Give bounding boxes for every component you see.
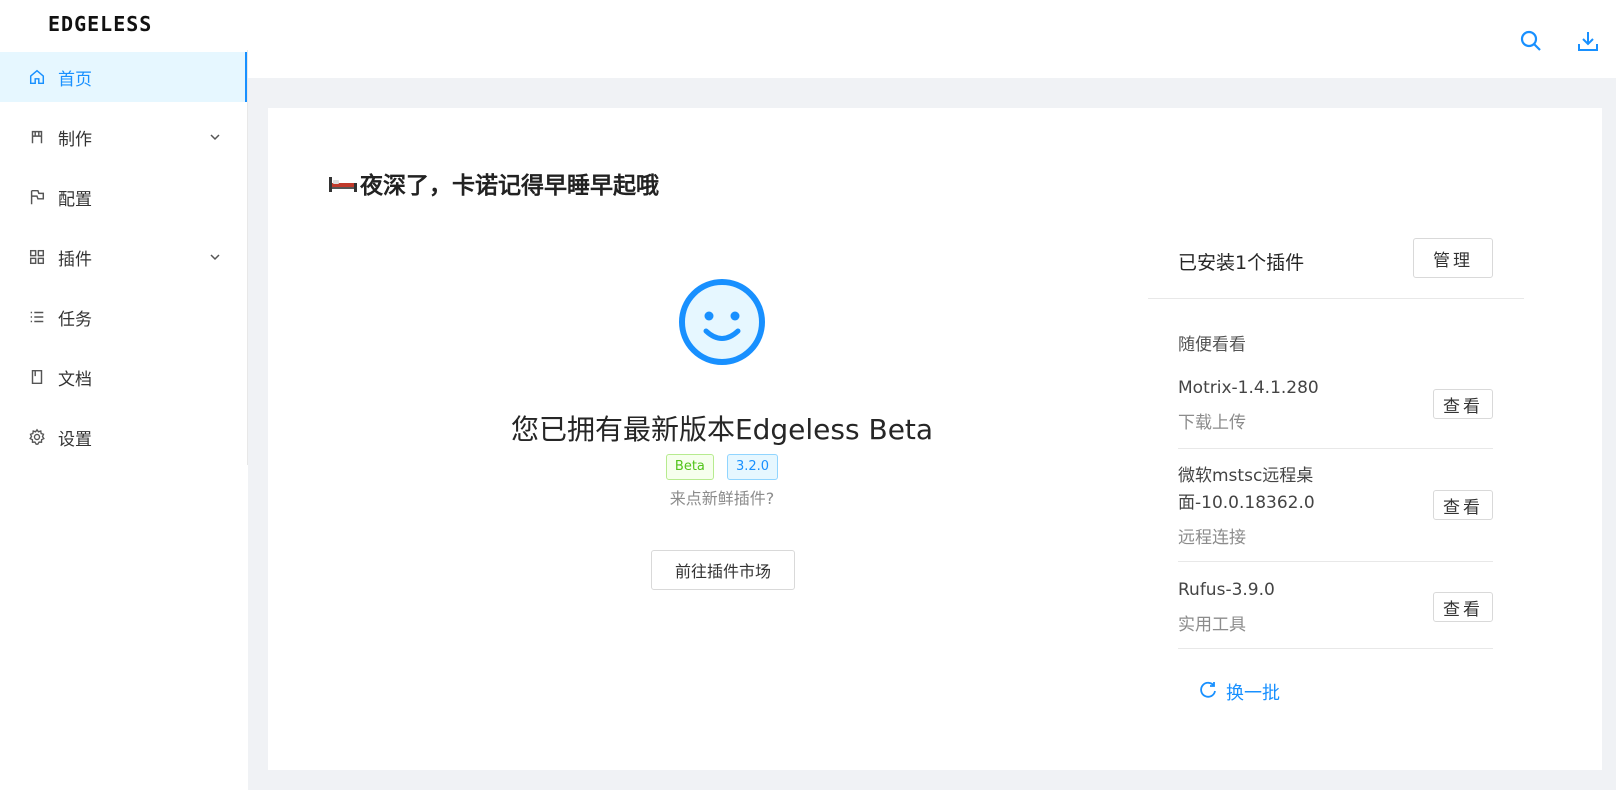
sidebar-divider — [247, 50, 248, 465]
smile-icon — [676, 276, 768, 368]
sidebar-item-label: 配置 — [58, 189, 92, 210]
sidebar-item-label: 插件 — [58, 249, 92, 270]
gear-icon — [28, 428, 46, 446]
sidebar-item-tasks[interactable]: 任务 — [0, 292, 248, 342]
greeting-heading: 夜深了，卡诺记得早睡早起哦 — [328, 166, 659, 200]
browse-title: 随便看看 — [1178, 335, 1246, 355]
sidebar-item-config[interactable]: 配置 — [0, 172, 248, 222]
version-tags: Beta 3.2.0 — [468, 454, 976, 480]
download-icon — [1575, 32, 1601, 58]
sidebar-item-label: 文档 — [58, 369, 92, 390]
sidebar-item-label: 设置 — [58, 429, 92, 450]
list-item: Motrix-1.4.1.280 下载上传 查看 — [1178, 375, 1493, 433]
sidebar-item-home[interactable]: 首页 — [0, 52, 248, 102]
sidebar-item-label: 首页 — [58, 69, 92, 90]
top-header — [248, 0, 1616, 78]
greeting-text: 夜深了，卡诺记得早睡早起哦 — [360, 173, 659, 199]
manage-button[interactable]: 管理 — [1413, 238, 1493, 278]
build-icon — [28, 128, 46, 146]
plugin-category: 远程连接 — [1178, 528, 1246, 548]
sidebar-nav: 首页 制作 配置 插件 任务 文档 设置 — [0, 52, 248, 472]
sidebar: EDGELESS 首页 制作 配置 插件 任务 文档 设置 — [0, 0, 248, 790]
list-icon — [28, 308, 46, 326]
plugin-name: Motrix-1.4.1.280 — [1178, 378, 1319, 398]
row-divider — [1178, 561, 1493, 562]
plugin-market-button[interactable]: 前往插件市场 — [651, 550, 795, 590]
refresh-button[interactable]: 换一批 — [1198, 679, 1280, 705]
plugin-name: Rufus-3.9.0 — [1178, 580, 1275, 600]
appstore-icon — [28, 248, 46, 266]
version-tag: 3.2.0 — [727, 454, 779, 480]
installed-plugins-title: 已安装1个插件 — [1178, 252, 1305, 274]
view-button[interactable]: 查看 — [1433, 490, 1493, 520]
book-icon — [28, 368, 46, 386]
sidebar-item-label: 任务 — [58, 309, 92, 330]
flag-icon — [28, 188, 46, 206]
search-icon — [1518, 30, 1544, 58]
result-subtitle: 来点新鲜插件? — [669, 489, 775, 508]
search-button[interactable] — [1518, 28, 1544, 54]
list-item: Rufus-3.9.0 实用工具 查看 — [1178, 577, 1493, 635]
home-icon — [28, 68, 46, 86]
view-button[interactable]: 查看 — [1433, 389, 1493, 419]
list-item: 微软mstsc远程桌面-10.0.18362.0 远程连接 查看 — [1178, 463, 1493, 548]
version-status-title: 您已拥有最新版本Edgeless Beta — [510, 413, 934, 446]
sidebar-item-label: 制作 — [58, 129, 92, 150]
sidebar-item-settings[interactable]: 设置 — [0, 412, 248, 462]
refresh-label: 换一批 — [1226, 683, 1280, 704]
view-button[interactable]: 查看 — [1433, 592, 1493, 622]
download-button[interactable] — [1575, 28, 1601, 54]
sidebar-item-docs[interactable]: 文档 — [0, 352, 248, 402]
chevron-down-icon[interactable] — [208, 129, 222, 143]
row-divider — [1178, 448, 1493, 449]
bed-icon — [328, 172, 358, 194]
chevron-down-icon[interactable] — [208, 249, 222, 263]
plugin-name: 微软mstsc远程桌面-10.0.18362.0 — [1178, 466, 1315, 513]
row-divider — [1178, 648, 1493, 649]
home-content-card: 夜深了，卡诺记得早睡早起哦 您已拥有最新版本Edgeless Beta Beta… — [268, 108, 1602, 770]
sidebar-item-plugins[interactable]: 插件 — [0, 232, 248, 282]
reload-icon — [1198, 680, 1226, 705]
panel-divider — [1148, 298, 1524, 299]
app-logo: EDGELESS — [48, 12, 153, 36]
sidebar-item-build[interactable]: 制作 — [0, 112, 248, 162]
beta-tag: Beta — [665, 454, 714, 480]
